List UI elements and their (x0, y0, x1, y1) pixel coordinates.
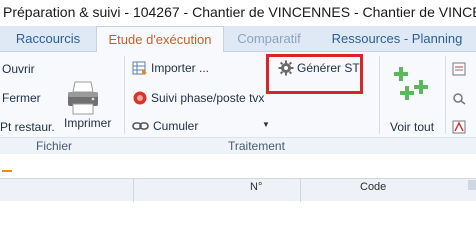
highlight-box (266, 54, 363, 94)
tab-raccourcis[interactable]: Raccourcis (3, 26, 93, 52)
group-separator (445, 56, 446, 134)
partial-toolbar-icon[interactable] (452, 120, 468, 134)
suivi-phase-label: Suivi phase/poste tvx (151, 91, 265, 105)
tab-etude-execution[interactable]: Etude d'exécution (96, 26, 224, 53)
group-separator (124, 56, 125, 134)
column-header-code[interactable]: Code (360, 181, 386, 193)
partial-toolbar-icon[interactable] (452, 91, 468, 105)
cumuler-button[interactable]: Cumuler (132, 118, 198, 134)
window-title: Préparation & suivi - 104267 - Chantier … (3, 4, 476, 20)
column-header-numero[interactable]: N° (250, 181, 262, 193)
tab-comparatif[interactable]: Comparatif (226, 26, 312, 52)
grid-header: N° Code (0, 178, 476, 202)
importer-label: Importer ... (151, 61, 210, 75)
group-label-traitement: Traitement (228, 139, 285, 153)
imprimer-label: Imprimer (64, 116, 112, 130)
column-divider (300, 179, 301, 202)
voir-tout-label: Voir tout (390, 120, 435, 134)
suivi-phase-button[interactable]: Suivi phase/poste tvx (132, 90, 264, 106)
cumuler-label: Cumuler (153, 119, 199, 133)
import-table-icon (132, 60, 148, 76)
imprimer-button[interactable]: Imprimer (64, 116, 111, 130)
window-titlebar: Préparation & suivi - 104267 - Chantier … (0, 0, 476, 26)
group-label-fichier: Fichier (36, 139, 73, 153)
importer-button[interactable]: Importer ... (132, 60, 209, 76)
orange-indicator (2, 170, 12, 172)
voir-tout-button[interactable]: Voir tout (390, 120, 434, 134)
chain-link-icon (132, 118, 150, 134)
partial-toolbar-icon[interactable] (452, 62, 468, 76)
fermer-button[interactable]: Fermer (2, 91, 41, 105)
traitement-dropdown-arrow[interactable]: ▼ (262, 120, 270, 129)
ribbon-tab-bar: Raccourcis Etude d'exécution Comparatif … (0, 26, 476, 53)
scrollbar-thumb[interactable] (468, 180, 476, 190)
point-restauration-button[interactable]: Pt restaur. (0, 120, 55, 134)
ribbon-group-labels: Fichier Traitement (0, 137, 476, 154)
column-divider (133, 179, 134, 202)
plus-icon (393, 67, 431, 107)
tab-ressources-planning[interactable]: Ressources - Planning (318, 26, 476, 52)
group-separator (379, 56, 380, 134)
printer-icon (66, 80, 100, 116)
ouvrir-button[interactable]: Ouvrir (2, 62, 35, 76)
status-circle-icon (132, 90, 148, 106)
grid-area: N° Code (0, 154, 476, 202)
